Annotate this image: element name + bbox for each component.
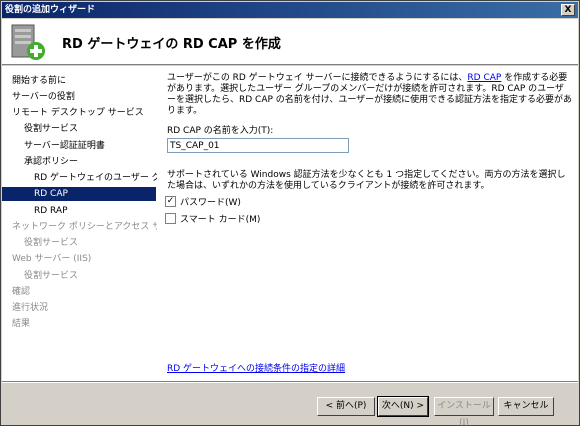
window-title: 役割の追加ウィザード (5, 5, 96, 15)
password-option[interactable]: ✓ パスワード(W) (165, 194, 241, 208)
step-remote-desktop-services[interactable]: リモート デスクトップ サービス (12, 106, 152, 120)
step-server-roles[interactable]: サーバーの役割 (12, 90, 152, 104)
smartcard-label: スマート カード(M) (180, 214, 261, 225)
step-rd-gateway-user-groups[interactable]: RD ゲートウェイのユーザー グ... (34, 171, 169, 185)
next-button[interactable]: 次へ(N) > (377, 396, 429, 417)
step-web-server-iis: Web サーバー (IIS) (12, 254, 92, 264)
step-results: 結果 (12, 319, 31, 329)
close-button[interactable]: X (561, 4, 575, 16)
step-iis-role-services: 役割サービス (24, 271, 79, 281)
step-authorization-policies[interactable]: 承認ポリシー (24, 155, 152, 169)
back-button[interactable]: < 前へ(P) (317, 397, 375, 416)
rd-cap-name-input[interactable] (167, 138, 349, 153)
description-text-start: ユーザーがこの RD ゲートウェイ サーバーに接続できるようにするには、 (167, 73, 468, 83)
smartcard-option[interactable]: スマート カード(M) (165, 211, 260, 225)
step-npas: ネットワーク ポリシーとアクセス サービ... (12, 222, 188, 232)
step-before-you-begin[interactable]: 開始する前に (12, 74, 152, 88)
wizard-header: RD ゲートウェイの RD CAP を作成 (2, 19, 578, 65)
footer-divider-highlight (2, 382, 578, 383)
step-rd-cap[interactable]: RD CAP (2, 187, 156, 201)
step-npas-role-services: 役割サービス (24, 238, 79, 248)
server-add-icon (11, 24, 45, 60)
title-bar: 役割の追加ウィザード X (2, 2, 578, 18)
step-progress: 進行状況 (12, 303, 49, 313)
connection-requirements-link[interactable]: RD ゲートウェイへの接続条件の指定の詳細 (167, 361, 345, 374)
rd-cap-help-link[interactable]: RD CAP (467, 73, 501, 83)
wizard-steps-sidebar: 開始する前に サーバーの役割 リモート デスクトップ サービス 役割サービス サ… (2, 66, 188, 381)
main-content: ユーザーがこの RD ゲートウェイ サーバーに接続できるようにするには、RD C… (157, 66, 578, 381)
step-rd-rap[interactable]: RD RAP (34, 204, 152, 218)
cancel-button[interactable]: キャンセル (498, 397, 554, 416)
wizard-window: 役割の追加ウィザード X RD ゲートウェイの RD CAP を作成 開始する前… (0, 0, 580, 426)
password-checkbox[interactable]: ✓ (165, 195, 176, 207)
rd-cap-name-label: RD CAP の名前を入力(T): (167, 126, 274, 136)
install-button: インストール(I) (434, 397, 494, 426)
auth-method-description: サポートされている Windows 認証方法を少なくとも 1 つ指定してください… (167, 170, 566, 191)
step-server-auth-cert[interactable]: サーバー認証証明書 (24, 139, 152, 153)
rd-cap-description: ユーザーがこの RD ゲートウェイ サーバーに接続できるようにするには、RD C… (167, 73, 572, 117)
step-role-services[interactable]: 役割サービス (24, 122, 152, 136)
smartcard-checkbox[interactable] (165, 212, 176, 224)
page-title: RD ゲートウェイの RD CAP を作成 (62, 37, 281, 52)
password-label: パスワード(W) (180, 197, 241, 208)
step-confirmation: 確認 (12, 287, 31, 297)
